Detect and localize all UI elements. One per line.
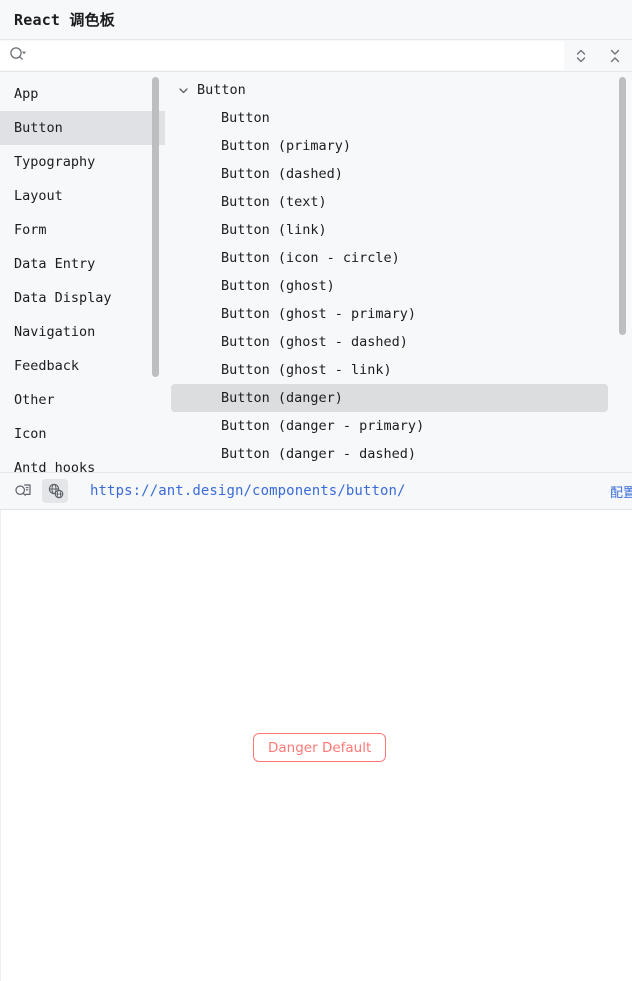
sidebar-item-label: Form (14, 222, 47, 238)
list-item-label: Button (ghost - dashed) (221, 334, 408, 350)
component-list-pane[interactable]: Button Button Button (primary) Button (das… (165, 72, 632, 472)
title-bar: React 调色板 (0, 0, 632, 40)
sidebar-item[interactable]: Data Entry (0, 247, 165, 281)
sidebar-item-label: App (14, 86, 39, 102)
sidebar-item-label: Navigation (14, 324, 96, 340)
list-item-label: Button (ghost - link) (221, 362, 392, 378)
sidebar-item[interactable]: Icon (0, 417, 165, 451)
component-preview-area: Danger Default (0, 510, 632, 981)
list-item-label: Button (danger - primary) (221, 418, 425, 434)
sidebar-item[interactable]: Layout (0, 179, 165, 213)
list-item[interactable]: Button (icon - circle) (171, 244, 608, 272)
list-item[interactable]: Button (danger - dashed) (171, 440, 608, 468)
search-dropdown-icon[interactable] (9, 46, 27, 66)
list-item-label: Button (primary) (221, 138, 352, 154)
list-item-label: Button (danger) (221, 390, 343, 406)
list-item-label: Button (221, 110, 270, 126)
sidebar-item[interactable]: Antd hooks (0, 451, 165, 472)
list-item[interactable]: Button (danger) (171, 384, 608, 412)
sidebar-item-label: Other (14, 392, 55, 408)
sidebar-item-label: Icon (14, 426, 47, 442)
sidebar-item[interactable]: Other (0, 383, 165, 417)
page-title: React 调色板 (14, 11, 115, 29)
list-group-header[interactable]: Button (171, 76, 608, 104)
list-item[interactable]: Button (ghost - primary) (171, 300, 608, 328)
list-item-label: Button (ghost) (221, 278, 335, 294)
list-item-label: Button (ghost - primary) (221, 306, 417, 322)
search-input[interactable] (27, 48, 563, 63)
inspect-icon[interactable] (10, 479, 36, 503)
search-bar (0, 40, 632, 72)
sidebar-item-label: Feedback (14, 358, 80, 374)
sidebar-item-label: Data Entry (14, 256, 96, 272)
sidebar-item[interactable]: Data Display (0, 281, 165, 315)
sidebar-item[interactable]: Button (0, 111, 165, 145)
category-sidebar[interactable]: App Button Typography Layout Form Data Entry D… (0, 72, 165, 472)
sidebar-item-label: Button (14, 120, 63, 136)
url-bar: https://ant.design/components/button/ 配置 (0, 472, 632, 510)
sidebar-item[interactable]: App (0, 77, 165, 111)
list-item[interactable]: Button (ghost - dashed) (171, 328, 608, 356)
list-item-label: Button (icon - circle) (221, 250, 400, 266)
sidebar-item-label: Data Display (14, 290, 112, 306)
sidebar-scrollbar[interactable] (152, 77, 159, 377)
list-item[interactable]: Button (dashed) (171, 160, 608, 188)
list-item[interactable]: Button (link) (171, 216, 608, 244)
expand-all-icon[interactable] (570, 45, 592, 67)
browser-globe-icon[interactable] (42, 479, 68, 503)
list-item[interactable]: Button (ghost) (171, 272, 608, 300)
sidebar-item-label: Antd hooks (14, 460, 96, 472)
documentation-url[interactable]: https://ant.design/components/button/ (90, 483, 406, 499)
list-group-label: Button (197, 82, 246, 98)
browser-panes: App Button Typography Layout Form Data Entry D… (0, 72, 632, 472)
sidebar-item[interactable]: Navigation (0, 315, 165, 349)
list-item-label: Button (dashed) (221, 166, 343, 182)
list-item[interactable]: Button (danger - primary) (171, 412, 608, 440)
list-item[interactable]: Button (171, 104, 608, 132)
list-item[interactable]: Button (text) (171, 188, 608, 216)
collapse-all-icon[interactable] (604, 45, 626, 67)
sidebar-item[interactable]: Form (0, 213, 165, 247)
sidebar-item-label: Layout (14, 188, 63, 204)
list-item-label: Button (link) (221, 222, 327, 238)
list-item-label: Button (text) (221, 194, 327, 210)
list-scrollbar[interactable] (619, 77, 626, 335)
list-item[interactable]: Button (ghost - link) (171, 356, 608, 384)
sidebar-item-label: Typography (14, 154, 96, 170)
url-tools (10, 479, 68, 503)
sidebar-item[interactable]: Feedback (0, 349, 165, 383)
search-actions (564, 40, 632, 71)
search-field[interactable] (0, 41, 564, 70)
chevron-down-icon[interactable] (175, 85, 191, 96)
danger-default-button[interactable]: Danger Default (253, 733, 387, 762)
list-item[interactable]: Button (primary) (171, 132, 608, 160)
list-item-label: Button (danger - dashed) (221, 446, 417, 462)
config-link[interactable]: 配置 (610, 482, 632, 501)
sidebar-item[interactable]: Typography (0, 145, 165, 179)
app-window: React 调色板 App Button Typography Layout F… (0, 0, 632, 981)
